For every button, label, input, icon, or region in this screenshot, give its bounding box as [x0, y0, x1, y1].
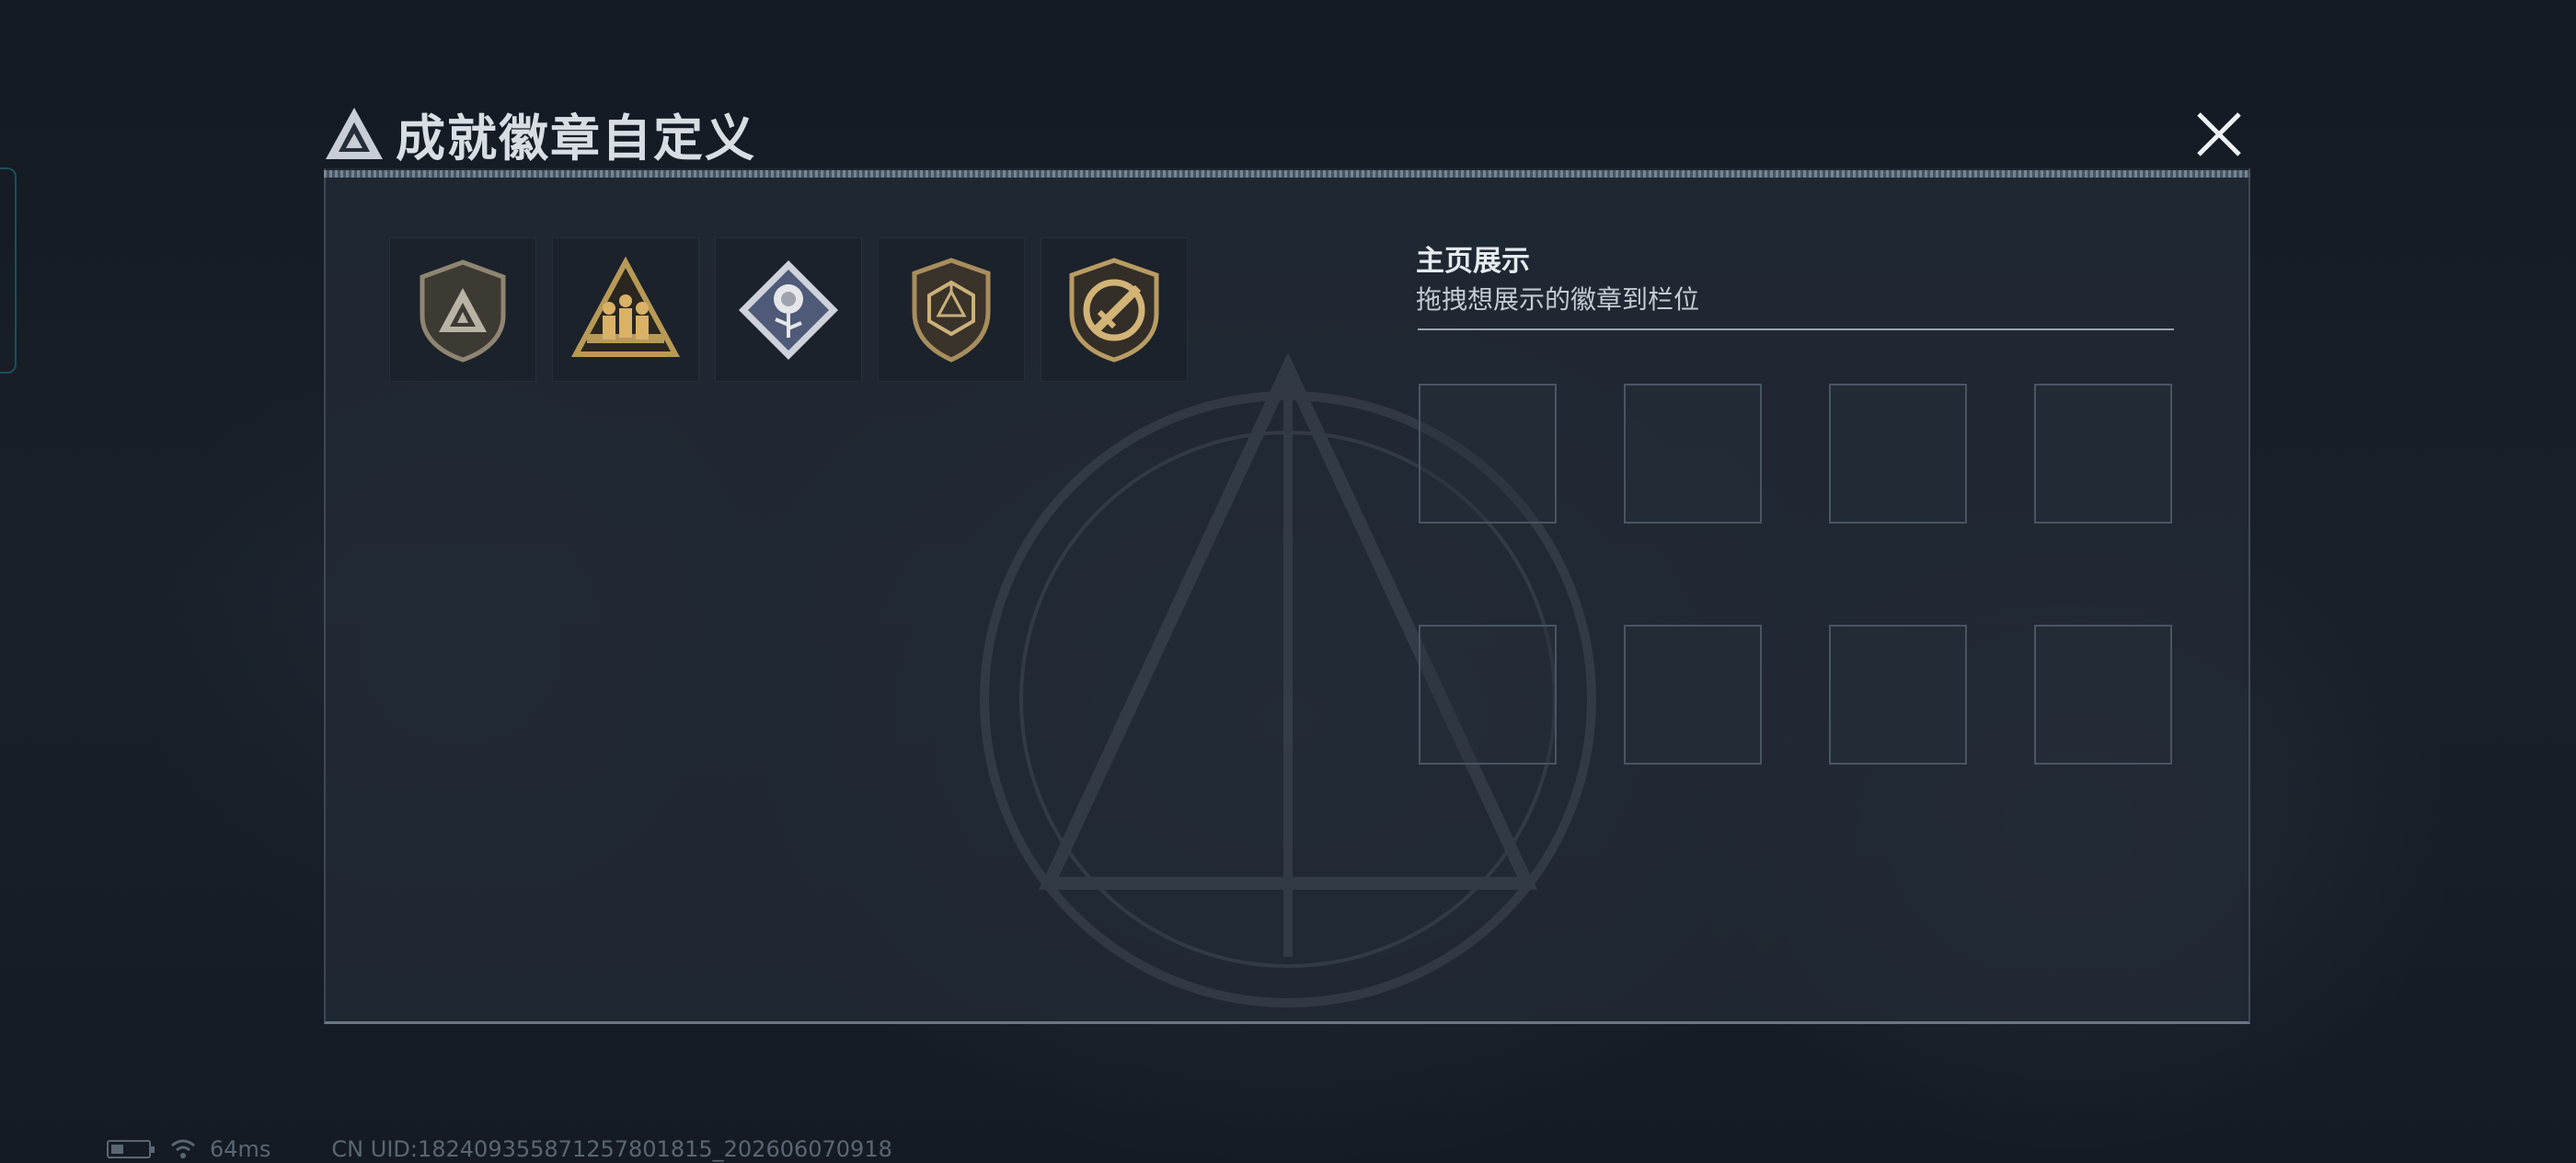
network-latency: 64ms: [210, 1136, 271, 1162]
shield-triangle-badge-icon: [420, 259, 506, 363]
badge-slot-3[interactable]: [715, 237, 862, 382]
status-bar: 64ms CN UID:182409355871257801815_202606…: [107, 1136, 892, 1162]
wifi-icon: [171, 1139, 195, 1158]
d20-shield-badge-icon: [912, 257, 991, 363]
panel-top-divider: [324, 170, 2250, 178]
showcase-slot-8[interactable]: [2034, 625, 2172, 765]
user-uid: CN UID:182409355871257801815_20260607091…: [331, 1136, 892, 1162]
badge-inventory: [389, 237, 1188, 382]
showcase-slot-grid: [1419, 384, 2172, 765]
battery-level: [111, 1145, 123, 1154]
badge-slot-5[interactable]: [1041, 237, 1188, 382]
showcase-instruction: 拖拽想展示的徽章到栏位: [1416, 284, 1700, 315]
showcase-divider: [1418, 328, 2174, 330]
side-drawer-handle[interactable]: [0, 167, 17, 374]
battery-icon: [107, 1140, 155, 1158]
showcase-slot-6[interactable]: [1624, 625, 1762, 765]
badge-slot-2[interactable]: [552, 237, 699, 382]
badge-slot-4[interactable]: [878, 237, 1025, 382]
showcase-slot-2[interactable]: [1624, 384, 1762, 524]
badge-slot-1[interactable]: [389, 237, 536, 382]
showcase-slot-4[interactable]: [2034, 384, 2172, 524]
showcase-slot-1[interactable]: [1419, 384, 1557, 524]
triangle-logo-icon: [326, 108, 383, 159]
dialog-title: 成就徽章自定义: [396, 109, 756, 167]
showcase-title: 主页展示: [1416, 245, 1530, 278]
showcase-slot-3[interactable]: [1829, 384, 1967, 524]
rose-diamond-badge-icon: [739, 259, 838, 360]
showcase-slot-5[interactable]: [1419, 625, 1557, 765]
squad-triangle-badge-icon: [570, 256, 681, 357]
showcase-slot-7[interactable]: [1829, 625, 1967, 765]
dialog-header: 成就徽章自定义: [324, 101, 756, 167]
app-root: 成就徽章自定义 主页展示 拖拽想展示的徽章到栏位 64ms CN UID:182…: [0, 0, 2576, 1163]
dagger-shield-badge-icon: [1069, 257, 1159, 363]
close-icon[interactable]: [2190, 105, 2248, 164]
